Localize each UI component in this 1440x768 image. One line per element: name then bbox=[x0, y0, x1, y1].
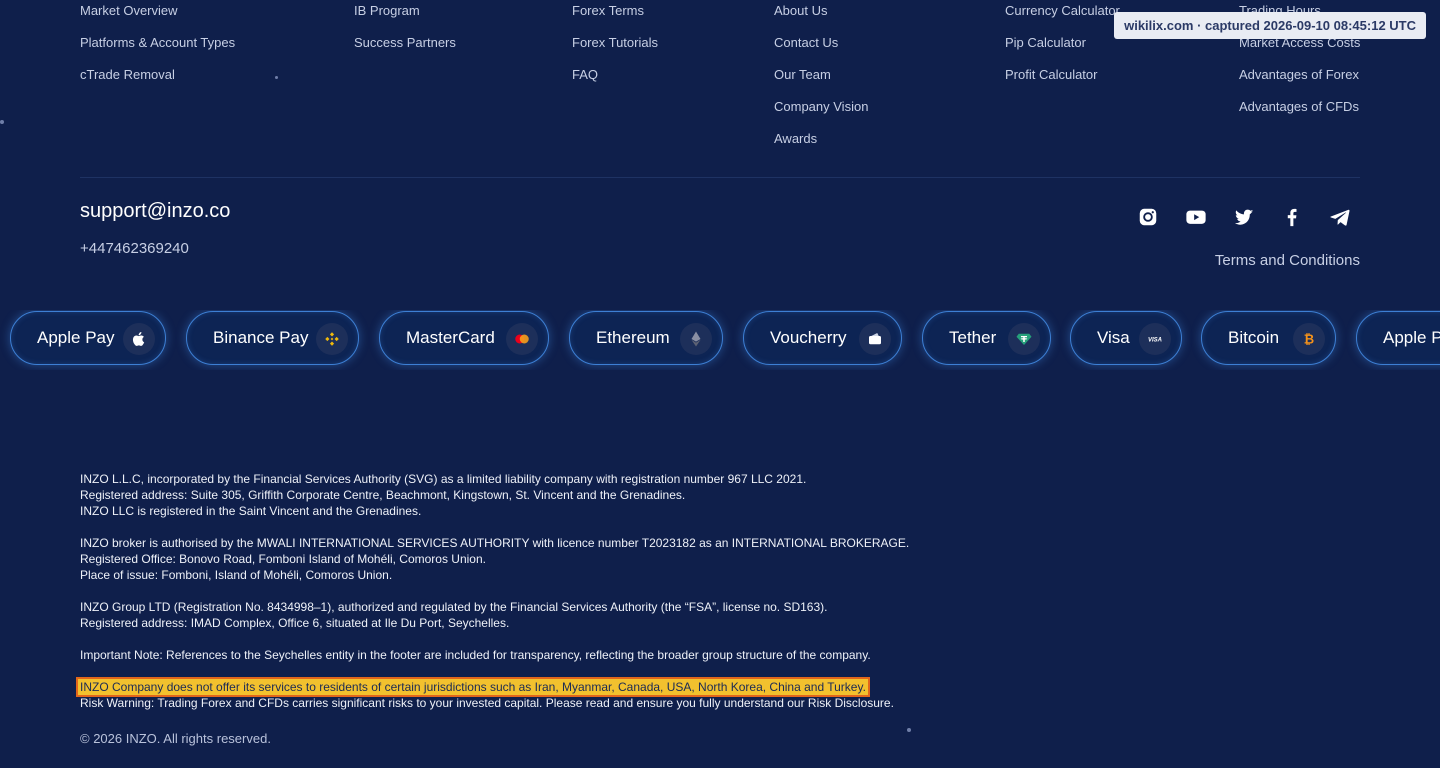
payment-label: Visa bbox=[1097, 328, 1130, 347]
footer-column-company: About Us Contact Us Our Team Company Vis… bbox=[774, 3, 868, 163]
payment-pill-mastercard: MasterCard bbox=[379, 311, 549, 365]
copyright: © 2026 INZO. All rights reserved. bbox=[80, 731, 271, 746]
legal-line: INZO LLC is registered in the Saint Vinc… bbox=[80, 504, 422, 518]
ethereum-icon bbox=[680, 323, 712, 355]
social-links bbox=[1136, 205, 1352, 229]
legal-paragraph-important-note: Important Note: References to the Seyche… bbox=[80, 647, 909, 663]
payment-label: Binance Pay bbox=[213, 328, 309, 347]
payment-methods-strip: Apple Pay Binance Pay MasterCard Ethereu… bbox=[0, 310, 1440, 370]
footer-link[interactable]: Forex Terms bbox=[572, 3, 658, 35]
payment-pill-tether: Tether bbox=[922, 311, 1051, 365]
legal-disclosures: INZO L.L.C, incorporated by the Financia… bbox=[76, 471, 909, 727]
payment-label: Ethereum bbox=[596, 328, 670, 347]
legal-line: INZO L.L.C, incorporated by the Financia… bbox=[80, 472, 807, 486]
decorative-dot bbox=[275, 76, 278, 79]
capture-stamp: wikilix.com · captured 2026-09-10 08:45:… bbox=[1114, 12, 1426, 39]
payment-pill-voucherry: Voucherry bbox=[743, 311, 902, 365]
instagram-icon[interactable] bbox=[1136, 205, 1160, 229]
payment-pill-bitcoin: Bitcoin ₿ bbox=[1201, 311, 1336, 365]
tether-icon bbox=[1008, 323, 1040, 355]
decorative-dot bbox=[0, 120, 4, 124]
footer-link[interactable]: Success Partners bbox=[354, 35, 456, 67]
payment-label: Apple Pay bbox=[1383, 328, 1440, 347]
terms-and-conditions-link[interactable]: Terms and Conditions bbox=[1215, 252, 1360, 269]
telegram-icon[interactable] bbox=[1328, 205, 1352, 229]
footer-link[interactable]: Market Access Costs bbox=[1239, 35, 1360, 67]
footer-link[interactable]: Market Overview bbox=[80, 3, 235, 35]
payment-label: MasterCard bbox=[406, 328, 495, 347]
footer-link[interactable]: About Us bbox=[774, 3, 868, 35]
footer-link[interactable]: Currency Calculator bbox=[1005, 3, 1120, 35]
payment-pill-apple-pay: Apple Pay bbox=[1356, 311, 1440, 365]
support-phone-link[interactable]: +447462369240 bbox=[80, 240, 189, 257]
payment-label: Bitcoin bbox=[1228, 328, 1280, 347]
svg-text:VISA: VISA bbox=[1148, 337, 1162, 343]
mastercard-icon bbox=[506, 323, 538, 355]
footer-column-education: Forex Terms Forex Tutorials FAQ bbox=[572, 3, 658, 99]
legal-line: Registered Office: Bonovo Road, Fomboni … bbox=[80, 552, 486, 566]
visa-icon: VISA bbox=[1139, 323, 1171, 355]
bitcoin-icon: ₿ bbox=[1293, 323, 1325, 355]
footer-link[interactable]: Awards bbox=[774, 131, 868, 163]
footer-link[interactable]: Advantages of CFDs bbox=[1239, 99, 1360, 131]
legal-line: Registered address: Suite 305, Griffith … bbox=[80, 488, 686, 502]
footer-link[interactable]: Company Vision bbox=[774, 99, 868, 131]
payment-pill-ethereum: Ethereum bbox=[569, 311, 723, 365]
youtube-icon[interactable] bbox=[1184, 205, 1208, 229]
jurisdiction-restriction-notice: INZO Company does not offer its services… bbox=[76, 677, 870, 697]
legal-paragraph-seychelles: INZO Group LTD (Registration No. 8434998… bbox=[80, 599, 909, 631]
payment-pill-visa: Visa VISA bbox=[1070, 311, 1182, 365]
legal-paragraph-svg: INZO L.L.C, incorporated by the Financia… bbox=[80, 471, 909, 519]
legal-line: Important Note: References to the Seyche… bbox=[80, 648, 871, 662]
facebook-icon[interactable] bbox=[1280, 205, 1304, 229]
decorative-dot bbox=[907, 728, 911, 732]
legal-paragraph-restrictions: INZO Company does not offer its services… bbox=[76, 677, 909, 711]
footer-link[interactable]: Forex Tutorials bbox=[572, 35, 658, 67]
twitter-icon[interactable] bbox=[1232, 205, 1256, 229]
svg-text:₿: ₿ bbox=[1304, 332, 1314, 347]
binance-icon bbox=[316, 323, 348, 355]
footer-link[interactable]: Advantages of Forex bbox=[1239, 67, 1360, 99]
apple-icon bbox=[123, 323, 155, 355]
footer-link[interactable]: Pip Calculator bbox=[1005, 35, 1120, 67]
footer-column-markets: Market Overview Platforms & Account Type… bbox=[80, 3, 235, 99]
legal-line: INZO broker is authorised by the MWALI I… bbox=[80, 536, 910, 550]
legal-line: Place of issue: Fomboni, Island of Mohél… bbox=[80, 568, 393, 582]
footer-link[interactable]: cTrade Removal bbox=[80, 67, 235, 99]
footer-link[interactable]: Our Team bbox=[774, 67, 868, 99]
footer-column-partners: IB Program Success Partners bbox=[354, 3, 456, 67]
legal-line: Registered address: IMAD Complex, Office… bbox=[80, 616, 510, 630]
payment-label: Tether bbox=[949, 328, 997, 347]
support-email-link[interactable]: support@inzo.co bbox=[80, 200, 230, 223]
footer-link[interactable]: Contact Us bbox=[774, 35, 868, 67]
footer-link[interactable]: FAQ bbox=[572, 67, 658, 99]
payment-label: Voucherry bbox=[770, 328, 847, 347]
legal-paragraph-mwali: INZO broker is authorised by the MWALI I… bbox=[80, 535, 909, 583]
footer-column-tools: Currency Calculator Pip Calculator Profi… bbox=[1005, 3, 1120, 99]
voucher-icon bbox=[859, 323, 891, 355]
footer-divider bbox=[80, 177, 1360, 178]
footer-link[interactable]: Profit Calculator bbox=[1005, 67, 1120, 99]
legal-line: INZO Group LTD (Registration No. 8434998… bbox=[80, 600, 828, 614]
payment-label: Apple Pay bbox=[37, 328, 115, 347]
risk-warning: Risk Warning: Trading Forex and CFDs car… bbox=[80, 696, 894, 710]
footer-link[interactable]: IB Program bbox=[354, 3, 456, 35]
footer-link[interactable]: Platforms & Account Types bbox=[80, 35, 235, 67]
payment-pill-apple-pay: Apple Pay bbox=[10, 311, 166, 365]
payment-pill-binance-pay: Binance Pay bbox=[186, 311, 359, 365]
